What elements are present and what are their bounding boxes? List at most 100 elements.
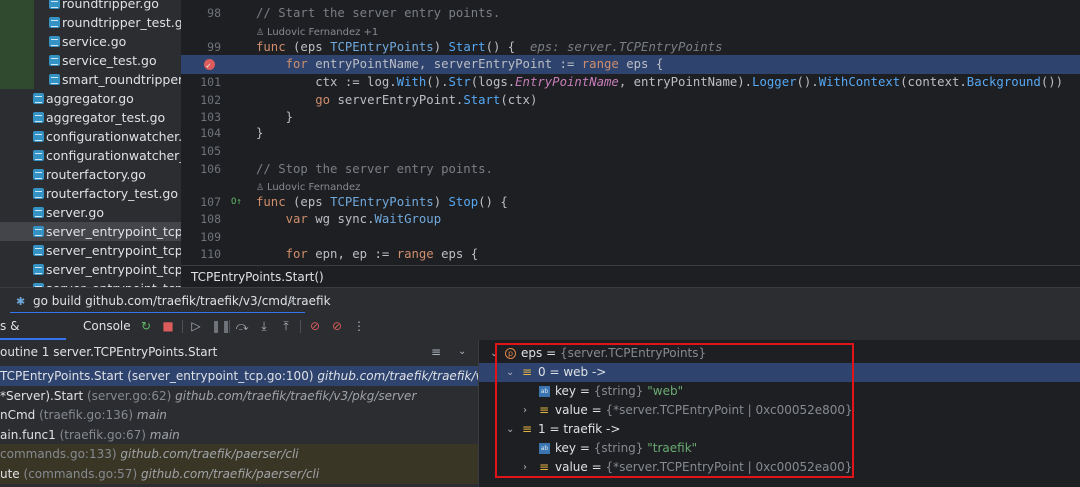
tree-item-label: configurationwatcher.go xyxy=(46,129,181,144)
stack-frame[interactable]: ain.func1 (traefik.go:67) main xyxy=(0,425,478,445)
close-tab-icon[interactable]: × xyxy=(287,291,297,311)
code-line[interactable]: 101 ctx := log.With().Str(logs.EntryPoin… xyxy=(181,73,1080,92)
tree-item[interactable]: roundtripper.go xyxy=(0,0,181,13)
author-name: Ludovic Fernandez xyxy=(266,182,361,193)
view-breakpoints-icon[interactable]: ⊘ xyxy=(308,319,322,333)
tree-item[interactable]: server.go xyxy=(0,203,181,222)
stack-frame[interactable]: TCPEntryPoints.Start (server_entrypoint_… xyxy=(0,366,478,386)
code-token: Start xyxy=(448,40,486,54)
code-text: ctx := log.With().Str(logs.EntryPointNam… xyxy=(256,73,1063,92)
code-token: // Stop the server entry points. xyxy=(256,162,493,176)
pause-icon[interactable]: ❚❚ xyxy=(211,319,231,333)
step-into-icon[interactable]: ⤓ xyxy=(257,319,271,333)
step-over-icon[interactable]: ⤼ xyxy=(235,319,249,333)
tree-item[interactable]: server_entrypoint_tcp.go xyxy=(0,222,181,241)
go-file-icon xyxy=(33,207,44,218)
tree-item-label: service_test.go xyxy=(62,53,157,68)
tree-item[interactable]: server_entrypoint_tcp_htt xyxy=(0,241,181,260)
code-editor[interactable]: 98 // Start the server entry points. ♙ Lud… xyxy=(181,0,1080,287)
tree-item[interactable]: routerfactory.go xyxy=(0,165,181,184)
stack-frame[interactable]: nCmd (traefik.go:136) main xyxy=(0,405,478,425)
filter-icon[interactable]: ≡ xyxy=(431,340,441,364)
variable-row[interactable]: ⌄ ≡ 1 = traefik -> xyxy=(479,420,1080,439)
tree-item[interactable]: aggregator_test.go xyxy=(0,108,181,127)
code-token: ctx := log. xyxy=(256,75,397,89)
tab-console[interactable]: Console xyxy=(83,313,131,340)
rerun-icon[interactable]: ↻ xyxy=(139,319,153,333)
go-file-icon xyxy=(33,188,44,199)
variable-row[interactable]: ab key = {string} "web" xyxy=(479,382,1080,401)
thread-selector[interactable]: outine 1 server.TCPEntryPoints.Start ≡ ⌄ xyxy=(0,340,478,364)
breakpoint-icon[interactable]: ✓ xyxy=(204,59,215,70)
stack-frame[interactable]: commands.go:133) github.com/traefik/paer… xyxy=(0,444,478,464)
code-token: Str xyxy=(448,75,471,89)
variable-text: key = {string} "traefik" xyxy=(555,439,697,458)
frame-package: github.com/traefik/paerser/cli xyxy=(120,447,299,461)
tree-item-label: server_entrypoint_tcp_htt xyxy=(46,262,181,277)
resume-icon[interactable]: ▷ xyxy=(189,319,203,333)
frame-location: (server.go:62) xyxy=(87,388,172,403)
code-line[interactable]: 106 // Stop the server entry points. xyxy=(181,160,1080,179)
stack-frame[interactable]: *Server).Start (server.go:62) github.com… xyxy=(0,386,478,406)
variable-row[interactable]: ⌄ p eps = {server.TCPEntryPoints} xyxy=(479,344,1080,363)
run-config-tab[interactable]: ✱ go build github.com/traefik/traefik/v3/… xyxy=(16,291,331,311)
tree-item[interactable]: service.go xyxy=(0,32,181,51)
code-line[interactable]: 108 var wg sync.WaitGroup xyxy=(181,210,1080,229)
tree-item[interactable]: server_entrypoint_tcp_htt xyxy=(0,260,181,279)
code-line[interactable]: ✓ for entryPointName, serverEntryPoint :… xyxy=(181,55,1080,74)
tree-item-label: server_entrypoint_tcp.go xyxy=(46,224,181,239)
code-text: for epn, ep := range eps { xyxy=(256,245,479,264)
stack-frame[interactable]: ute (commands.go:57) github.com/traefik/… xyxy=(0,463,478,484)
chevron-right-icon[interactable]: › xyxy=(523,458,533,477)
line-number: 104 xyxy=(200,126,221,140)
code-line[interactable]: 104} xyxy=(181,124,1080,143)
variable-value: traefik -> xyxy=(563,422,621,436)
stop-icon[interactable]: ■ xyxy=(161,319,175,333)
tree-item[interactable]: server_entrypoint_tcp_tes xyxy=(0,279,181,287)
code-token: } xyxy=(256,126,264,140)
variable-equals: = xyxy=(545,422,564,436)
variable-row[interactable]: ⌄ ≡ 0 = web -> xyxy=(479,363,1080,382)
code-token: for xyxy=(285,247,316,261)
chevron-down-icon[interactable]: ⌄ xyxy=(490,344,500,363)
frame-function: ute xyxy=(0,466,20,481)
tree-item[interactable]: roundtripper_test.go xyxy=(0,13,181,32)
variable-equals: = xyxy=(576,441,594,455)
line-number: 106 xyxy=(200,162,221,176)
run-config-label: go build github.com/traefik/traefik/v3/c… xyxy=(33,294,331,308)
variable-value: web -> xyxy=(563,365,607,379)
variable-text: value = {*server.TCPEntryPoint | 0xc0005… xyxy=(555,401,853,420)
chevron-down-icon[interactable]: ⌄ xyxy=(458,340,466,364)
tree-item[interactable]: smart_roundtripper.go xyxy=(0,70,181,89)
code-line[interactable]: 105 xyxy=(181,142,1080,161)
code-token: range xyxy=(396,247,442,261)
step-out-icon[interactable]: ⤒ xyxy=(279,319,293,333)
frames-panel: outine 1 server.TCPEntryPoints.Start ≡ ⌄… xyxy=(0,340,479,487)
code-line[interactable]: 98 // Start the server entry points. xyxy=(181,4,1080,23)
variable-row[interactable]: › ≡ value = {*server.TCPEntryPoint | 0xc00… xyxy=(479,458,1080,477)
tree-item-label: aggregator.go xyxy=(46,91,134,106)
tree-item[interactable]: configurationwatcher_tes xyxy=(0,146,181,165)
variable-row[interactable]: › ≡ value = {*server.TCPEntryPoint | 0xc00… xyxy=(479,401,1080,420)
frame-function: *Server).Start xyxy=(0,388,84,403)
tree-item[interactable]: routerfactory_test.go xyxy=(0,184,181,203)
code-line[interactable]: 110 for epn, ep := range eps { xyxy=(181,245,1080,264)
chevron-down-icon[interactable]: ⌄ xyxy=(506,420,516,439)
chevron-down-icon[interactable]: ⌄ xyxy=(506,363,516,382)
code-token: ()) xyxy=(1040,75,1064,89)
breadcrumb[interactable]: TCPEntryPoints.Start() xyxy=(181,265,1080,287)
tree-item[interactable]: configurationwatcher.go xyxy=(0,127,181,146)
variable-text: value = {*server.TCPEntryPoint | 0xc0005… xyxy=(555,458,852,477)
code-token: (context. xyxy=(900,75,967,89)
variable-row[interactable]: ab key = {string} "traefik" xyxy=(479,439,1080,458)
tab-frames-variables[interactable]: s & Variables xyxy=(0,313,66,360)
tree-item[interactable]: service_test.go xyxy=(0,51,181,70)
variable-name: 0 xyxy=(538,365,546,379)
code-token: TCPEntryPoints xyxy=(330,195,434,209)
chevron-right-icon[interactable]: › xyxy=(523,401,533,420)
mute-breakpoints-icon[interactable]: ⊘ xyxy=(330,319,344,333)
go-file-icon xyxy=(49,55,60,66)
more-icon[interactable]: ⋮ xyxy=(352,319,366,333)
tree-item[interactable]: aggregator.go xyxy=(0,89,181,108)
